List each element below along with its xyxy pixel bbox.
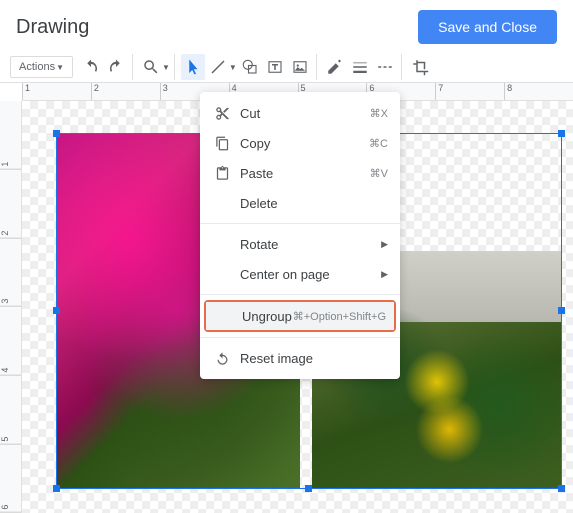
- menu-delete-label: Delete: [240, 196, 388, 211]
- zoom-caret-icon: ▼: [162, 63, 170, 72]
- menu-ungroup[interactable]: Ungroup ⌘+Option+Shift+G: [206, 302, 394, 330]
- menu-separator: [200, 294, 400, 295]
- highlighted-item: Ungroup ⌘+Option+Shift+G: [204, 300, 396, 332]
- menu-center[interactable]: Center on page ▶: [200, 259, 400, 289]
- reset-icon: [212, 350, 232, 366]
- menu-ungroup-shortcut: ⌘+Option+Shift+G: [293, 310, 386, 323]
- menu-rotate-label: Rotate: [240, 237, 381, 252]
- select-tool[interactable]: [181, 54, 205, 80]
- zoom-dropdown[interactable]: [139, 54, 163, 80]
- shape-tool-dropdown[interactable]: [238, 54, 262, 80]
- menu-paste[interactable]: Paste ⌘V: [200, 158, 400, 188]
- resize-handle-ml[interactable]: [53, 307, 60, 314]
- line-weight-button[interactable]: [348, 54, 372, 80]
- menu-separator: [200, 223, 400, 224]
- menu-cut-label: Cut: [240, 106, 370, 121]
- toolbar: Actions▼ ▼ ▼: [0, 52, 573, 83]
- actions-dropdown[interactable]: Actions▼: [10, 56, 73, 78]
- menu-paste-label: Paste: [240, 166, 370, 181]
- resize-handle-mr[interactable]: [558, 307, 565, 314]
- menu-reset-image[interactable]: Reset image: [200, 343, 400, 373]
- menu-ungroup-label: Ungroup: [242, 309, 293, 324]
- dialog-header: Drawing Save and Close: [0, 0, 573, 52]
- textbox-tool[interactable]: [263, 54, 287, 80]
- menu-copy-shortcut: ⌘C: [369, 137, 388, 150]
- line-caret-icon: ▼: [229, 63, 237, 72]
- resize-handle-bl[interactable]: [53, 485, 60, 492]
- context-menu: Cut ⌘X Copy ⌘C Paste ⌘V Delete Rotate ▶ …: [200, 92, 400, 379]
- save-and-close-button[interactable]: Save and Close: [418, 10, 557, 44]
- paste-icon: [212, 165, 232, 181]
- crop-button[interactable]: [408, 54, 432, 80]
- resize-handle-tr[interactable]: [558, 130, 565, 137]
- redo-button[interactable]: [104, 54, 128, 80]
- line-tool-dropdown[interactable]: [206, 54, 230, 80]
- menu-cut[interactable]: Cut ⌘X: [200, 98, 400, 128]
- vertical-ruler: 123456: [0, 101, 22, 513]
- menu-cut-shortcut: ⌘X: [370, 107, 388, 120]
- menu-rotate[interactable]: Rotate ▶: [200, 229, 400, 259]
- menu-separator: [200, 337, 400, 338]
- resize-handle-bm[interactable]: [305, 485, 312, 492]
- menu-copy-label: Copy: [240, 136, 369, 151]
- dialog-title: Drawing: [16, 16, 89, 39]
- menu-reset-label: Reset image: [240, 351, 388, 366]
- cut-icon: [212, 105, 232, 121]
- menu-copy[interactable]: Copy ⌘C: [200, 128, 400, 158]
- resize-handle-tl[interactable]: [53, 130, 60, 137]
- submenu-arrow-icon: ▶: [381, 269, 388, 280]
- resize-handle-br[interactable]: [558, 485, 565, 492]
- menu-delete[interactable]: Delete: [200, 188, 400, 218]
- menu-paste-shortcut: ⌘V: [370, 167, 388, 180]
- submenu-arrow-icon: ▶: [381, 239, 388, 250]
- image-tool[interactable]: [288, 54, 312, 80]
- line-dash-button[interactable]: [373, 54, 397, 80]
- copy-icon: [212, 135, 232, 151]
- undo-button[interactable]: [79, 54, 103, 80]
- line-color-button[interactable]: [323, 54, 347, 80]
- menu-center-label: Center on page: [240, 267, 381, 282]
